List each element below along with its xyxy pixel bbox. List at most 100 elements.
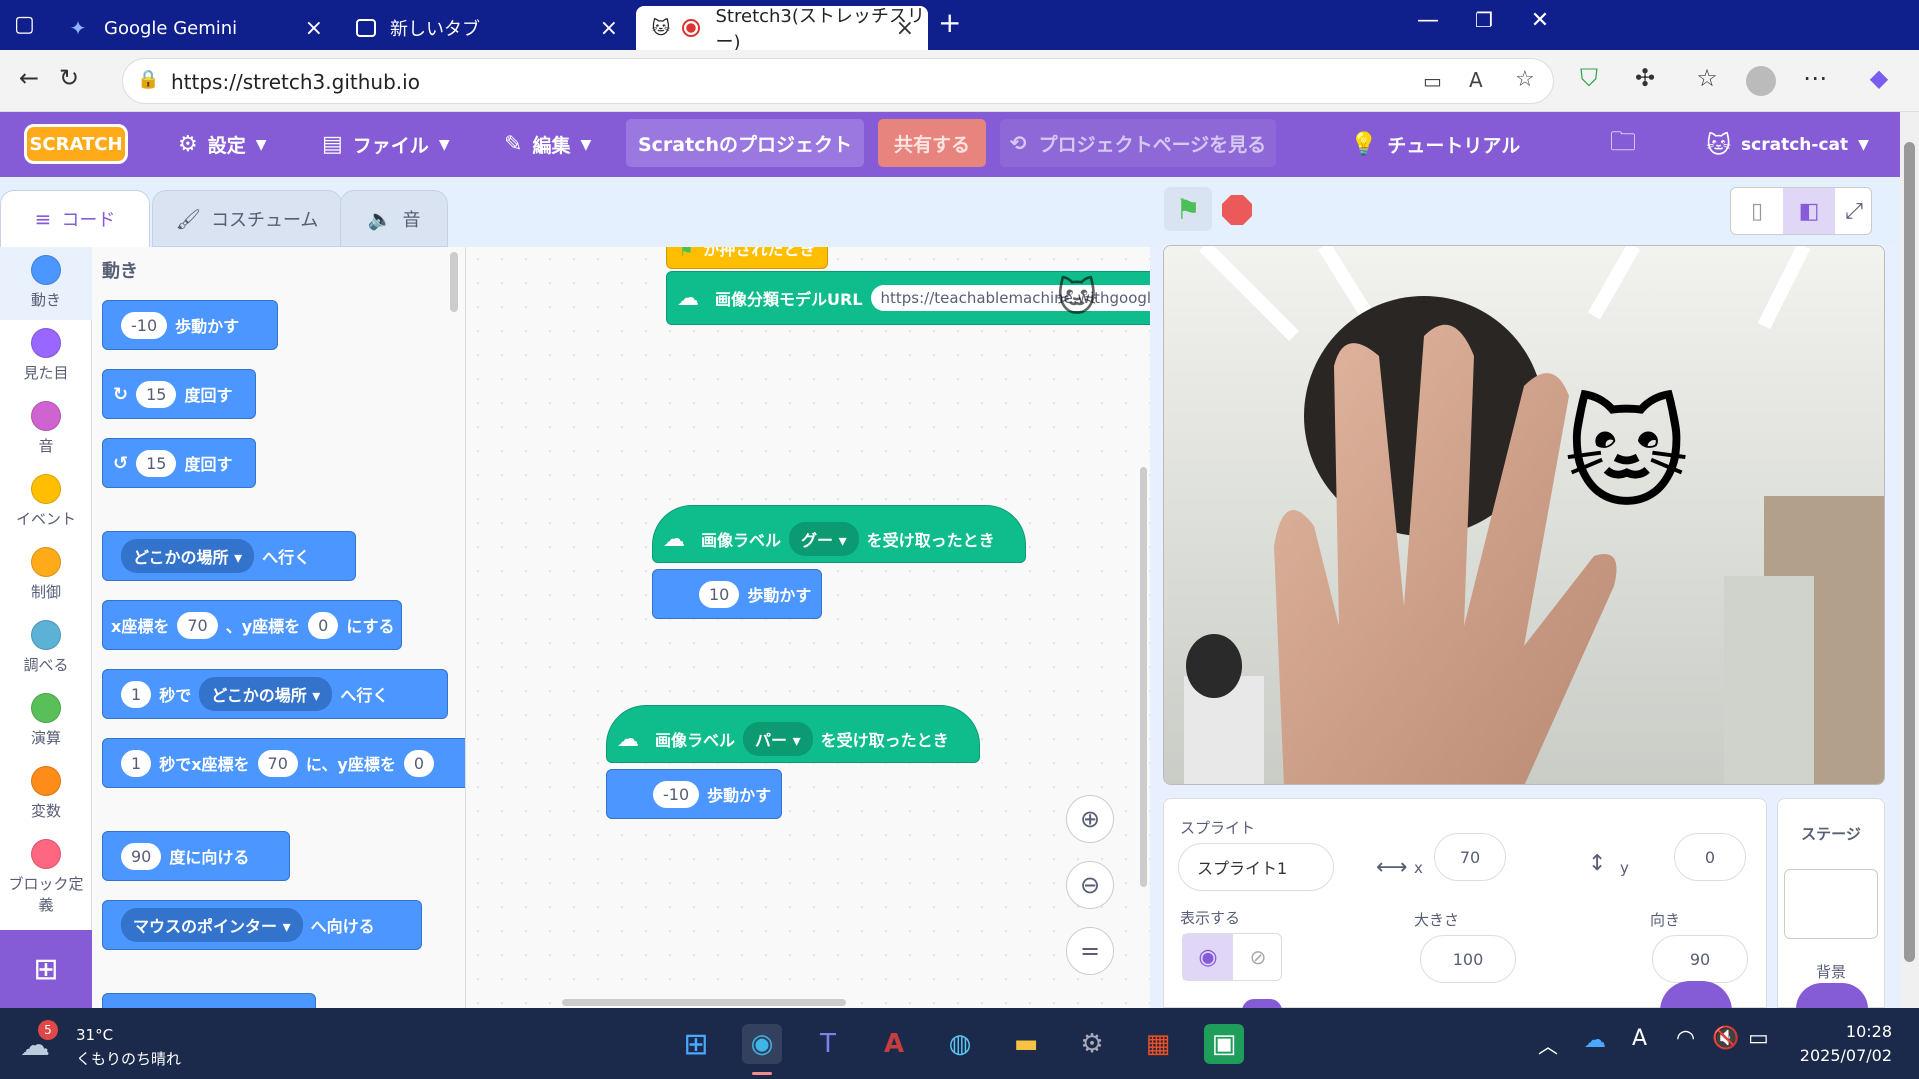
minimize-icon[interactable]: — — [1408, 8, 1448, 33]
steps-input[interactable]: 10 — [699, 580, 740, 608]
file-explorer-icon[interactable]: ▬ — [1006, 1024, 1046, 1064]
chevron-up-icon[interactable]: ︿ — [1538, 1030, 1558, 1059]
clock-time[interactable]: 10:28 — [1780, 1022, 1892, 1041]
glide-target-dropdown[interactable]: どこかの場所 ▾ — [199, 677, 333, 711]
block-partial[interactable] — [102, 993, 316, 1008]
palette-scrollbar[interactable] — [450, 252, 458, 312]
block-move-steps[interactable]: -10 歩動かす — [102, 300, 278, 350]
show-eye-icon[interactable]: ◉ — [1183, 934, 1233, 980]
script-vertical-scrollbar[interactable] — [1140, 467, 1147, 887]
category-variables[interactable]: 変数 — [0, 766, 92, 821]
close-icon[interactable]: × — [305, 16, 323, 41]
zoom-reset-icon[interactable]: = — [1066, 927, 1114, 975]
lock-icon[interactable]: 🔒 — [137, 69, 159, 90]
sprite-name-input[interactable]: スプライト1 — [1178, 843, 1334, 891]
ime-icon[interactable]: A — [1632, 1026, 1647, 1051]
x-position-input[interactable]: 70 — [1434, 833, 1506, 881]
battery-icon[interactable]: ▭ — [1748, 1026, 1769, 1051]
degrees-input[interactable]: 15 — [136, 380, 177, 408]
edge-browser-icon[interactable]: ◉ — [742, 1024, 782, 1064]
move-steps-block-2[interactable]: -10 歩動かす — [606, 769, 782, 819]
hide-eye-icon[interactable]: ⊘ — [1233, 934, 1283, 980]
add-sprite-button[interactable] — [1660, 981, 1732, 1011]
window-close-icon[interactable]: ✕ — [1520, 8, 1560, 33]
small-stage-icon[interactable]: ▯ — [1731, 188, 1783, 234]
share-button[interactable]: 共有する — [878, 119, 986, 167]
category-sensing[interactable]: 調べる — [0, 620, 92, 675]
refresh-icon[interactable]: ↻ — [52, 64, 86, 92]
secs-input[interactable]: 1 — [121, 749, 152, 777]
start-windows-icon[interactable]: ⊞ — [676, 1024, 716, 1064]
access-icon[interactable]: A — [874, 1024, 914, 1064]
script-area[interactable]: ⚑ が押されたとき ☁ 画像分類モデルURL https://teachable… — [466, 247, 1150, 1008]
cat-sprite[interactable]: 🐱 — [1564, 396, 1689, 516]
label-dropdown[interactable]: パー ▾ — [743, 722, 813, 756]
tab-sounds[interactable]: 🔈 音 — [340, 190, 448, 247]
project-title-input[interactable]: Scratchのプロジェクト — [626, 119, 864, 167]
towards-dropdown[interactable]: マウスのポインター ▾ — [121, 908, 303, 942]
settings-menu[interactable]: ⚙ 設定 ▼ — [178, 112, 267, 177]
copilot-icon[interactable]: ◆ — [1862, 64, 1896, 92]
address-bar[interactable]: 🔒 https://stretch3.github.io ▭ A ☆ — [122, 58, 1554, 104]
block-point-direction[interactable]: 90 度に向ける — [102, 831, 290, 881]
direction-input[interactable]: 90 — [1652, 935, 1748, 983]
volume-muted-icon[interactable]: 🔇 — [1712, 1026, 1739, 1051]
read-aloud-icon[interactable]: A — [1469, 68, 1483, 92]
move-steps-block-1[interactable]: 10 歩動かす — [652, 569, 822, 619]
steps-input[interactable]: -10 — [653, 780, 700, 808]
y-input[interactable]: 0 — [403, 749, 435, 777]
scratch-logo[interactable]: SCRATCH — [24, 124, 128, 164]
tutorials-menu[interactable]: 💡 チュートリアル — [1350, 112, 1520, 177]
tab-gemini[interactable]: ✦ Google Gemini × — [52, 6, 337, 50]
block-glide-to[interactable]: 1 秒で どこかの場所 ▾ へ行く — [102, 669, 448, 719]
when-label-received-hat-1[interactable]: ☁ 画像ラベル グー ▾ を受け取ったとき — [652, 505, 1026, 563]
onedrive-icon[interactable]: ☁ — [1584, 1028, 1606, 1053]
stop-button[interactable] — [1222, 195, 1252, 225]
block-goto[interactable]: どこかの場所 ▾ へ行く — [102, 531, 356, 581]
block-point-towards[interactable]: マウスのポインター ▾ へ向ける — [102, 900, 422, 950]
tab-actions-icon[interactable]: ▢ — [14, 12, 35, 37]
page-scrollbar[interactable] — [1900, 112, 1919, 1008]
wifi-icon[interactable]: ◠ — [1676, 1026, 1695, 1051]
script-horizontal-scrollbar[interactable] — [562, 999, 846, 1006]
category-looks[interactable]: 見た目 — [0, 328, 92, 383]
favorite-star-icon[interactable]: ☆ — [1515, 67, 1535, 92]
label-dropdown[interactable]: グー ▾ — [789, 522, 859, 556]
category-motion[interactable]: 動き — [0, 255, 92, 310]
size-input[interactable]: 100 — [1420, 935, 1516, 983]
clock-date[interactable]: 2025/07/02 — [1780, 1046, 1892, 1065]
add-backdrop-button[interactable] — [1796, 983, 1868, 1009]
see-project-page-button[interactable]: ⟲ プロジェクトページを見る — [1000, 119, 1276, 167]
stage-canvas[interactable]: 🐱 — [1163, 245, 1885, 785]
steps-input[interactable]: -10 — [121, 311, 168, 339]
green-flag-button[interactable]: ⚑ — [1164, 187, 1212, 231]
y-input[interactable]: 0 — [308, 611, 339, 639]
back-icon[interactable]: ← — [12, 64, 46, 92]
settings-gear-icon[interactable]: ⚙ — [1072, 1024, 1112, 1064]
close-icon[interactable]: × — [896, 16, 914, 41]
x-input[interactable]: 70 — [257, 749, 298, 777]
block-glide-xy[interactable]: 1 秒でx座標を 70 に、y座標を 0 — [102, 738, 465, 788]
large-stage-icon[interactable]: ◧ — [1783, 188, 1835, 234]
category-operators[interactable]: 演算 — [0, 693, 92, 748]
tab-costumes[interactable]: 🖌 コスチューム — [152, 190, 342, 247]
store-icon[interactable]: ▦ — [1138, 1024, 1178, 1064]
edit-menu[interactable]: ✎ 編集 ▼ — [504, 112, 591, 177]
block-turn-left[interactable]: ↺ 15 度回す — [102, 438, 256, 488]
stage-thumbnail[interactable] — [1784, 869, 1878, 939]
tab-stretch3[interactable]: 🐱 Stretch3(ストレッチスリー) × — [636, 6, 928, 53]
favorites-icon[interactable]: ☆ — [1690, 64, 1724, 92]
x-input[interactable]: 70 — [177, 611, 218, 639]
block-turn-right[interactable]: ↻ 15 度回す — [102, 369, 256, 419]
shield-extension-icon[interactable]: ⛉ — [1572, 64, 1606, 92]
account-menu[interactable]: 🐱 scratch-cat ▼ — [1706, 112, 1869, 177]
category-sound[interactable]: 音 — [0, 401, 92, 456]
secs-input[interactable]: 1 — [121, 680, 152, 708]
file-menu[interactable]: ▤ ファイル ▼ — [322, 112, 450, 177]
when-flag-clicked-block[interactable]: ⚑ が押されたとき — [666, 247, 828, 269]
teams-icon[interactable]: T — [808, 1024, 848, 1064]
y-position-input[interactable]: 0 — [1674, 833, 1746, 881]
add-extension-button[interactable]: ⊞ — [0, 930, 92, 1008]
camera-permission-icon[interactable]: ▭ — [1423, 69, 1442, 93]
zoom-in-icon[interactable]: ⊕ — [1066, 795, 1114, 843]
